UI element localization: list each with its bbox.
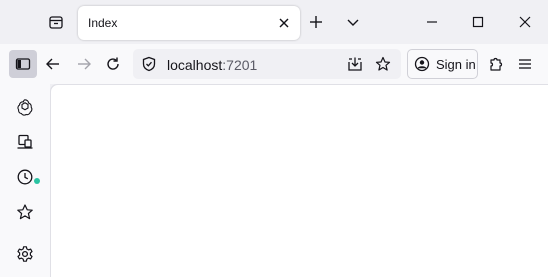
application-menu-button[interactable] (511, 50, 539, 78)
sidebar-toggle-button[interactable] (9, 50, 37, 78)
sidebar-item-settings[interactable] (13, 242, 37, 266)
sidebar-icon (15, 58, 31, 70)
maximize-button[interactable] (467, 11, 489, 33)
hamburger-icon (519, 59, 531, 69)
gear-icon (17, 246, 33, 262)
url-text[interactable]: localhost:7201 (167, 57, 257, 73)
chevron-down-icon (347, 19, 359, 26)
browser-window: Index localhost:7201 Sign in (0, 0, 548, 277)
tab-title: Index (88, 16, 118, 30)
sign-in-button[interactable]: Sign in (407, 49, 478, 79)
close-icon[interactable] (276, 15, 292, 31)
back-button[interactable] (39, 50, 67, 78)
sidebar-item-ai-chatbot[interactable] (13, 95, 37, 119)
new-tab-button[interactable] (305, 11, 327, 33)
account-icon (413, 55, 431, 73)
close-window-button[interactable] (514, 11, 536, 33)
arrow-left-icon (46, 58, 59, 70)
url-host: localhost (167, 57, 223, 73)
reload-button[interactable] (99, 50, 127, 78)
tab-index[interactable]: Index (78, 6, 300, 40)
close-icon (519, 16, 531, 28)
puzzle-icon (490, 57, 503, 71)
sidebar (0, 84, 50, 277)
ai-chatbot-icon (17, 99, 33, 116)
sign-in-label: Sign in (436, 57, 476, 72)
reload-icon (107, 57, 119, 70)
plus-icon (310, 16, 322, 28)
forward-button[interactable] (70, 50, 98, 78)
url-port: :7201 (222, 57, 258, 73)
arrow-right-icon (78, 58, 91, 70)
navigation-toolbar: localhost:7201 Sign in (0, 44, 548, 84)
minimize-button[interactable] (421, 11, 443, 33)
firefox-view-icon[interactable] (44, 10, 68, 34)
extensions-button[interactable] (482, 50, 510, 78)
synced-tabs-icon (17, 134, 33, 149)
page-content[interactable] (50, 84, 548, 277)
sidebar-item-history[interactable] (13, 165, 37, 189)
download-icon[interactable] (345, 54, 365, 74)
list-all-tabs-button[interactable] (342, 11, 364, 33)
star-icon (17, 204, 33, 220)
tab-strip: Index (0, 0, 548, 44)
maximize-icon (472, 16, 484, 28)
shield-icon[interactable] (139, 54, 159, 74)
sidebar-item-bookmarks[interactable] (13, 200, 37, 224)
address-bar[interactable]: localhost:7201 (133, 49, 401, 79)
star-icon[interactable] (373, 54, 393, 74)
clock-icon (17, 169, 33, 185)
sidebar-item-synced-tabs[interactable] (13, 130, 37, 154)
minimize-icon (427, 21, 437, 23)
